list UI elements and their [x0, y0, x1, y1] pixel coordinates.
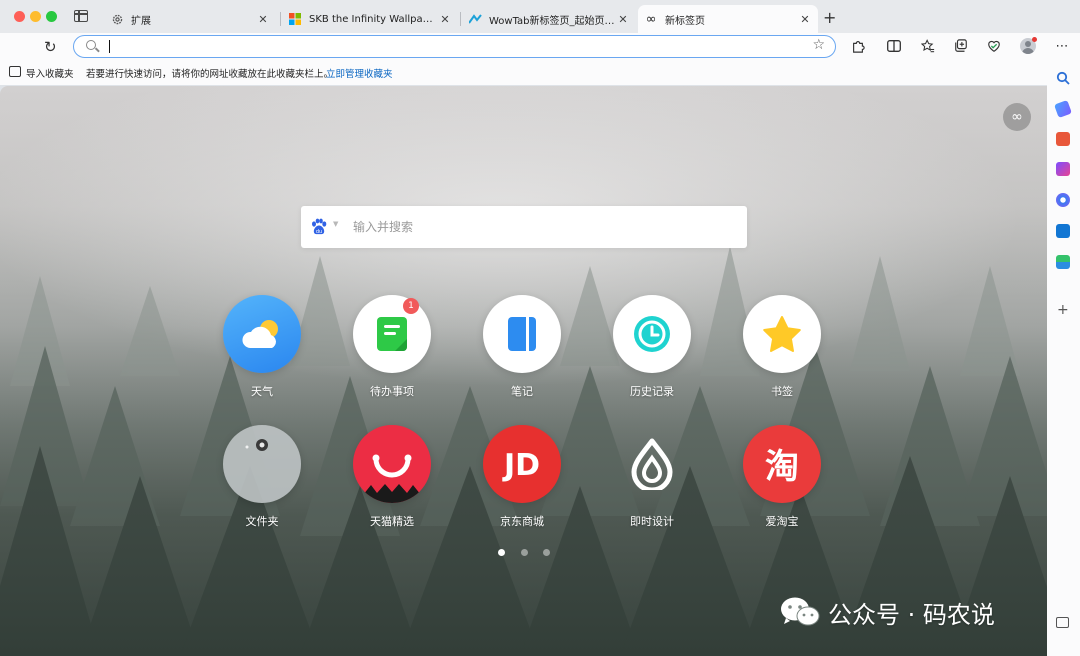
toolbar: ↻ ☆ ⋯	[0, 33, 1080, 60]
jd-icon: JD	[483, 425, 561, 503]
tab-title: 新标签页	[665, 15, 705, 27]
manage-favorites-link[interactable]: 立即管理收藏夹	[326, 66, 393, 80]
tile-label: 笔记	[511, 385, 533, 398]
folder-icon	[223, 425, 301, 503]
tile-history[interactable]: 历史记录	[602, 295, 702, 405]
infinity-settings-button[interactable]: ∞	[1003, 103, 1031, 131]
baidu-paw-icon[interactable]: du	[310, 218, 328, 236]
copilot-icon[interactable]	[1056, 193, 1070, 207]
tab-title: SKB the Infinity Wallpaper New	[309, 13, 438, 25]
address-input[interactable]	[112, 38, 792, 54]
tab-title: 扩展	[131, 15, 151, 27]
maximize-window-button[interactable]	[46, 11, 57, 22]
shopping-tag-icon[interactable]	[1054, 100, 1072, 118]
search-icon	[86, 40, 96, 50]
tab-close-button[interactable]: ✕	[616, 13, 630, 26]
tile-notes[interactable]: 笔记	[472, 295, 572, 405]
taobao-icon: 淘	[743, 425, 821, 503]
tab-skb-wallpaper[interactable]: SKB the Infinity Wallpaper New ✕	[282, 5, 458, 33]
favorites-bar: 导入收藏夹 若要进行快速访问，请将你的网址收藏放在此收藏夹栏上。 立即管理收藏夹	[0, 60, 1080, 85]
close-window-button[interactable]	[14, 11, 25, 22]
tab-divider	[460, 12, 461, 26]
text-cursor	[109, 40, 110, 53]
favorites-icon[interactable]	[920, 38, 936, 54]
tile-label: 书签	[771, 385, 793, 398]
todo-icon	[353, 295, 431, 373]
tab-close-button[interactable]: ✕	[798, 13, 812, 26]
minimize-window-button[interactable]	[30, 11, 41, 22]
svg-text:淘: 淘	[765, 447, 799, 486]
tile-weather[interactable]: 天气	[212, 295, 312, 405]
games-icon[interactable]	[1056, 162, 1070, 176]
tile-label: 即时设计	[630, 515, 674, 528]
add-favorite-star-icon[interactable]: ☆	[812, 37, 825, 53]
drop-icon[interactable]	[1056, 255, 1070, 269]
watermark-text: 公众号 · 码农说	[828, 600, 995, 629]
engine-dropdown-icon[interactable]: ▼	[333, 220, 338, 228]
sidebar-settings-icon[interactable]	[1056, 617, 1069, 628]
tile-jishi-design[interactable]: 即时设计	[602, 425, 702, 535]
tile-tmall[interactable]: 天猫精选	[342, 425, 442, 535]
tile-label: 爱淘宝	[765, 515, 799, 528]
history-icon	[613, 295, 691, 373]
outlook-icon[interactable]	[1056, 224, 1070, 238]
tab-new-tab[interactable]: ∞ 新标签页 ✕	[638, 5, 818, 33]
tile-label: 天猫精选	[370, 515, 414, 528]
search-box[interactable]: du ▼	[301, 206, 747, 248]
tile-label: 待办事项	[370, 385, 414, 398]
extensions-icon[interactable]	[850, 38, 866, 54]
infinity-icon: ∞	[645, 11, 657, 27]
tile-taobao[interactable]: 淘 爱淘宝	[732, 425, 832, 535]
import-favorites-icon[interactable]	[9, 66, 21, 77]
tile-label: 文件夹	[245, 515, 279, 528]
tile-label: 历史记录	[630, 385, 674, 398]
collections-icon[interactable]	[953, 38, 969, 54]
page-dot-3[interactable]	[543, 549, 550, 556]
wechat-icon	[781, 597, 820, 626]
tab-divider	[280, 12, 281, 26]
watermark: 公众号 · 码农说	[780, 596, 995, 629]
right-sidebar: +	[1047, 60, 1080, 656]
new-tab-button[interactable]: +	[823, 8, 836, 27]
tile-bookmarks[interactable]: 书签	[732, 295, 832, 405]
tab-strip: 扩展 ✕ SKB the Infinity Wallpaper New ✕ Wo…	[0, 0, 1080, 33]
svg-text:du: du	[316, 229, 322, 235]
favorites-hint: 若要进行快速访问，请将你的网址收藏放在此收藏夹栏上。	[86, 69, 334, 80]
svg-text:JD: JD	[502, 448, 540, 483]
tab-close-button[interactable]: ✕	[438, 13, 452, 26]
tab-actions-icon[interactable]	[74, 10, 88, 22]
tab-wowtab[interactable]: WowTab新标签页_起始页_微软 ✕	[462, 5, 636, 33]
tile-label: 京东商城	[500, 515, 544, 528]
bookmark-star-icon	[743, 295, 821, 373]
search-icon[interactable]	[1056, 70, 1070, 85]
tile-folder[interactable]: 文件夹	[212, 425, 312, 535]
notes-icon	[483, 295, 561, 373]
address-bar[interactable]: ☆	[73, 35, 836, 58]
page-dot-1[interactable]	[498, 549, 505, 556]
tile-todo[interactable]: 1 待办事项	[342, 295, 442, 405]
tab-close-button[interactable]: ✕	[256, 13, 270, 26]
add-sidebar-app-icon[interactable]: +	[1057, 302, 1069, 318]
todo-count-badge: 1	[403, 298, 419, 314]
microsoft-logo-icon	[288, 12, 302, 26]
browser-essentials-icon[interactable]	[986, 38, 1002, 54]
tile-label: 天气	[251, 385, 273, 398]
notification-dot	[1032, 37, 1037, 42]
tile-jd[interactable]: JD 京东商城	[472, 425, 572, 535]
import-favorites-label[interactable]: 导入收藏夹	[26, 66, 74, 80]
weather-icon	[223, 295, 301, 373]
search-input[interactable]	[353, 217, 733, 237]
split-screen-icon[interactable]	[886, 38, 902, 54]
more-menu-icon[interactable]: ⋯	[1054, 38, 1070, 54]
gear-icon	[110, 12, 124, 26]
tab-extensions[interactable]: 扩展 ✕	[104, 5, 276, 33]
page-dot-2[interactable]	[521, 549, 528, 556]
toolbox-icon[interactable]	[1056, 132, 1070, 146]
jishi-design-icon	[613, 425, 691, 503]
refresh-icon[interactable]: ↻	[44, 38, 57, 56]
tab-title: WowTab新标签页_起始页_微软	[489, 15, 616, 27]
wowtab-icon	[468, 12, 482, 26]
tmall-icon	[353, 425, 431, 503]
